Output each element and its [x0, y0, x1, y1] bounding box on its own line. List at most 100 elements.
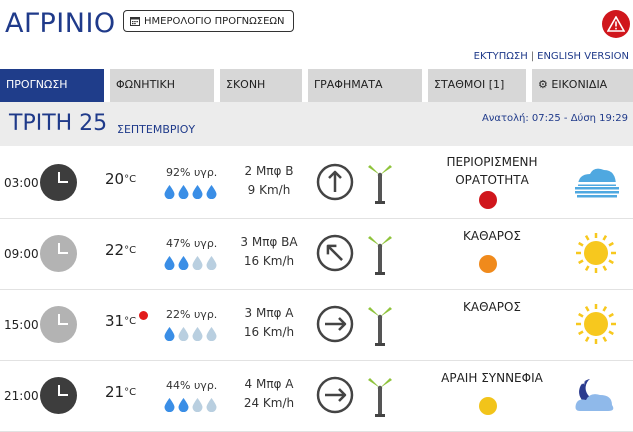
clock-icon	[40, 377, 77, 414]
humidity-drop-icon	[164, 397, 175, 416]
top-links: ΕΚΤΥΠΩΣΗ | ENGLISH VERSION	[474, 51, 629, 62]
humidity-drop-icon	[192, 326, 203, 345]
humidity-drop-icon	[178, 184, 189, 203]
wind-direction-arrow-icon	[316, 163, 354, 201]
wind-direction-arrow-icon	[316, 234, 354, 272]
calendar-button[interactable]: ΗΜΕΡΟΛΟΓΙΟ ΠΡΟΓΝΩΣΕΩΝ	[123, 10, 294, 32]
temperature-value: 21	[105, 383, 125, 401]
wind-direction-arrow-icon	[316, 376, 354, 414]
tab-phonetic[interactable]: ΦΩΝΗΤΙΚΗ	[110, 69, 214, 102]
header: ΑΓΡΙΝΙΟ ΗΜΕΡΟΛΟΓΙΟ ΠΡΟΓΝΩΣΕΩΝ ΕΚΤΥΠΩΣΗ | E…	[0, 0, 633, 62]
temperature-value: 31	[105, 312, 125, 330]
condition-line-1: ΚΑΘΑΡΟΣ	[463, 229, 521, 243]
humidity-drop-icon	[164, 326, 175, 345]
temperature-unit: °C	[124, 387, 137, 398]
tab-charts[interactable]: ΓΡΑΦΗΜΑΤΑ	[308, 69, 422, 102]
wind-turbine-icon	[365, 233, 395, 275]
clock-icon	[40, 235, 77, 272]
forecast-time: 03:00	[4, 176, 39, 190]
wind-turbine-icon	[365, 304, 395, 346]
tab-dust[interactable]: ΣΚΟΝΗ	[220, 69, 302, 102]
sunrise-sunset: Ανατολή: 07:25 - Δύση 19:29	[481, 113, 628, 124]
humidity-drop-icon	[192, 184, 203, 203]
humidity-drop-icon	[192, 397, 203, 416]
temperature: 21°C	[105, 383, 136, 401]
humidity-text: 44% υγρ.	[166, 379, 218, 392]
month-label: ΣΕΠΤΕΜΒΡΙΟΥ	[117, 123, 196, 136]
day-header: ΤΡΙΤΗ 25 ΣΕΠΤΕΜΒΡΙΟΥ Ανατολή: 07:25 - Δύ…	[0, 102, 633, 146]
condition-text: ΠΕΡΙΟΡΙΣΜΕΝΗ ΟΡΑΤΟΤΗΤΑ	[418, 153, 566, 189]
forecast-row: 21:00 21°C 44% υγρ. 4 Μπφ Α 24 Km/h ΑΡΑΙ…	[0, 361, 633, 432]
humidity-drop-icon	[178, 326, 189, 345]
wind-speed: 9 Km/h	[247, 183, 291, 197]
condition-text: ΚΑΘΑΡΟΣ	[418, 298, 566, 316]
wind-beaufort: 3 Μπφ Α	[244, 306, 294, 320]
humidity-drop-icon	[178, 397, 189, 416]
wind-turbine-icon	[365, 375, 395, 417]
humidity-drops	[164, 397, 217, 416]
temperature: 31°C	[105, 312, 136, 330]
english-version-link[interactable]: ENGLISH VERSION	[537, 51, 629, 62]
link-separator: |	[530, 51, 535, 62]
humidity-drop-icon	[206, 326, 217, 345]
calendar-icon	[130, 17, 140, 26]
humidity-drop-icon	[206, 184, 217, 203]
humidity-drop-icon	[178, 255, 189, 274]
wind-beaufort: 2 Μπφ Β	[244, 164, 294, 178]
tab-bar: ΠΡΟΓΝΩΣΗ ΦΩΝΗΤΙΚΗ ΣΚΟΝΗ ΓΡΑΦΗΜΑΤΑ ΣΤΑΘΜΟ…	[0, 69, 633, 102]
sun-icon	[570, 233, 622, 273]
wind-direction-arrow-icon	[316, 305, 354, 343]
tab-forecast[interactable]: ΠΡΟΓΝΩΣΗ	[0, 69, 104, 102]
condition-text: ΑΡΑΙΗ ΣΥΝΝΕΦΙΑ	[418, 369, 566, 387]
humidity-drop-icon	[206, 255, 217, 274]
humidity-text: 47% υγρ.	[166, 237, 218, 250]
fog-icon	[570, 162, 622, 202]
forecast-row: 03:00 20°C 92% υγρ. 2 Μπφ Β 9 Km/h ΠΕΡΙΟ…	[0, 148, 633, 219]
tab-icons[interactable]: ⚙ ΕΙΚΟΝΙΔΙΑ	[532, 69, 633, 102]
print-link[interactable]: ΕΚΤΥΠΩΣΗ	[474, 51, 528, 62]
visibility-icon	[479, 397, 497, 415]
hot-indicator-icon	[139, 311, 148, 320]
wind-turbine-icon	[365, 162, 395, 204]
forecast-row: 15:00 31°C 22% υγρ. 3 Μπφ Α 16 Km/h ΚΑΘΑ…	[0, 290, 633, 361]
clock-icon	[40, 164, 77, 201]
calendar-button-label: ΗΜΕΡΟΛΟΓΙΟ ΠΡΟΓΝΩΣΕΩΝ	[144, 15, 285, 27]
wind-beaufort: 4 Μπφ Α	[244, 377, 294, 391]
wind-speed: 16 Km/h	[243, 325, 295, 339]
humidity-drop-icon	[206, 397, 217, 416]
wind-beaufort: 3 Μπφ ΒΑ	[240, 235, 298, 249]
visibility-icon	[479, 191, 497, 209]
forecast-time: 15:00	[4, 318, 39, 332]
condition-text: ΚΑΘΑΡΟΣ	[418, 227, 566, 245]
temperature-value: 22	[105, 241, 125, 259]
tab-stations[interactable]: ΣΤΑΘΜΟΙ [1]	[428, 69, 526, 102]
wind-speed: 16 Km/h	[243, 254, 295, 268]
condition-line-1: ΚΑΘΑΡΟΣ	[463, 300, 521, 314]
humidity-drops	[164, 184, 217, 203]
humidity-text: 22% υγρ.	[166, 308, 218, 321]
condition-line-2: ΟΡΑΤΟΤΗΤΑ	[455, 173, 529, 187]
tab-icons-label: ΕΙΚΟΝΙΔΙΑ	[551, 78, 608, 91]
humidity-drop-icon	[164, 255, 175, 274]
temperature-unit: °C	[124, 174, 137, 185]
forecast-time: 21:00	[4, 389, 39, 403]
humidity-text: 92% υγρ.	[166, 166, 218, 179]
temperature-unit: °C	[124, 245, 137, 256]
day-label: ΤΡΙΤΗ 25	[9, 111, 108, 136]
condition-line-1: ΑΡΑΙΗ ΣΥΝΝΕΦΙΑ	[441, 371, 543, 385]
city-title: ΑΓΡΙΝΙΟ	[5, 8, 116, 39]
humidity-drops	[164, 255, 217, 274]
temperature: 20°C	[105, 170, 136, 188]
moon-cloud-icon	[570, 375, 622, 415]
condition-line-1: ΠΕΡΙΟΡΙΣΜΕΝΗ	[446, 155, 538, 169]
temperature-unit: °C	[124, 316, 137, 327]
wind-speed: 24 Km/h	[243, 396, 295, 410]
humidity-drops	[164, 326, 217, 345]
sun-icon	[570, 304, 622, 344]
warning-icon[interactable]	[602, 10, 630, 38]
forecast-row: 09:00 22°C 47% υγρ. 3 Μπφ ΒΑ 16 Km/h ΚΑΘ…	[0, 219, 633, 290]
temperature: 22°C	[105, 241, 136, 259]
temperature-value: 20	[105, 170, 125, 188]
forecast-time: 09:00	[4, 247, 39, 261]
humidity-drop-icon	[192, 255, 203, 274]
